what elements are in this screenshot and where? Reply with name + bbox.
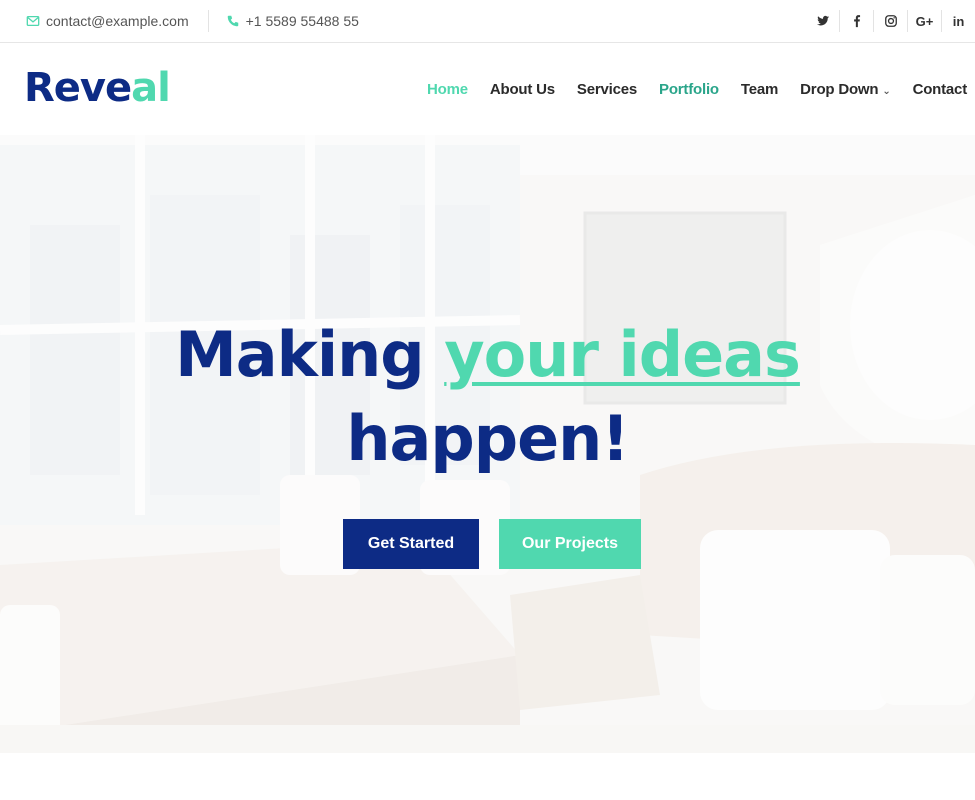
linkedin-link[interactable]: in bbox=[941, 10, 975, 32]
google-plus-icon: G+ bbox=[915, 13, 934, 29]
headline-highlight: your ideas bbox=[444, 318, 801, 391]
envelope-icon bbox=[26, 15, 40, 27]
phone-text: +1 5589 55488 55 bbox=[245, 13, 359, 29]
site-header: Reveal Home About Us Services Portfolio … bbox=[0, 43, 975, 135]
nav-team[interactable]: Team bbox=[741, 81, 778, 98]
google-plus-link[interactable]: G+ bbox=[907, 10, 941, 32]
headline-part-1: Making bbox=[175, 318, 445, 391]
divider bbox=[207, 10, 209, 32]
top-bar: contact@example.com +1 5589 55488 55 G+ … bbox=[0, 0, 975, 43]
headline-line-2: happen! bbox=[346, 402, 629, 475]
nav-about[interactable]: About Us bbox=[490, 81, 555, 98]
social-links: G+ in bbox=[806, 0, 975, 42]
nav-dropdown-label: Drop Down bbox=[800, 80, 879, 98]
site-logo[interactable]: Reveal bbox=[24, 63, 171, 113]
get-started-button[interactable]: Get Started bbox=[343, 519, 479, 569]
headline-line-1: Making your ideas bbox=[0, 313, 975, 397]
facebook-link[interactable] bbox=[839, 10, 873, 32]
facebook-icon bbox=[853, 15, 860, 28]
hero-headline: Making your ideas happen! bbox=[0, 313, 975, 481]
nav-home[interactable]: Home bbox=[427, 81, 468, 98]
chevron-down-icon: ⌄ bbox=[882, 85, 891, 97]
nav-contact[interactable]: Contact bbox=[913, 81, 968, 98]
main-nav: Home About Us Services Portfolio Team Dr… bbox=[405, 43, 975, 135]
nav-services[interactable]: Services bbox=[577, 81, 637, 98]
email-text: contact@example.com bbox=[46, 13, 189, 29]
logo-part-2: al bbox=[131, 65, 171, 111]
twitter-icon bbox=[816, 15, 829, 26]
phone-item[interactable]: +1 5589 55488 55 bbox=[226, 13, 359, 29]
our-projects-button[interactable]: Our Projects bbox=[499, 519, 641, 569]
instagram-icon bbox=[884, 15, 897, 27]
hero-section: Making your ideas happen! Get Started Ou… bbox=[0, 135, 975, 753]
phone-icon bbox=[227, 15, 238, 27]
nav-dropdown[interactable]: Drop Down ⌄ bbox=[800, 80, 891, 98]
logo-part-1: Reve bbox=[24, 65, 132, 111]
nav-portfolio[interactable]: Portfolio bbox=[659, 81, 719, 98]
contact-info: contact@example.com +1 5589 55488 55 bbox=[26, 0, 359, 42]
instagram-link[interactable] bbox=[873, 10, 907, 32]
linkedin-icon: in bbox=[952, 13, 965, 29]
twitter-link[interactable] bbox=[806, 10, 839, 32]
email-item[interactable]: contact@example.com bbox=[26, 13, 189, 29]
